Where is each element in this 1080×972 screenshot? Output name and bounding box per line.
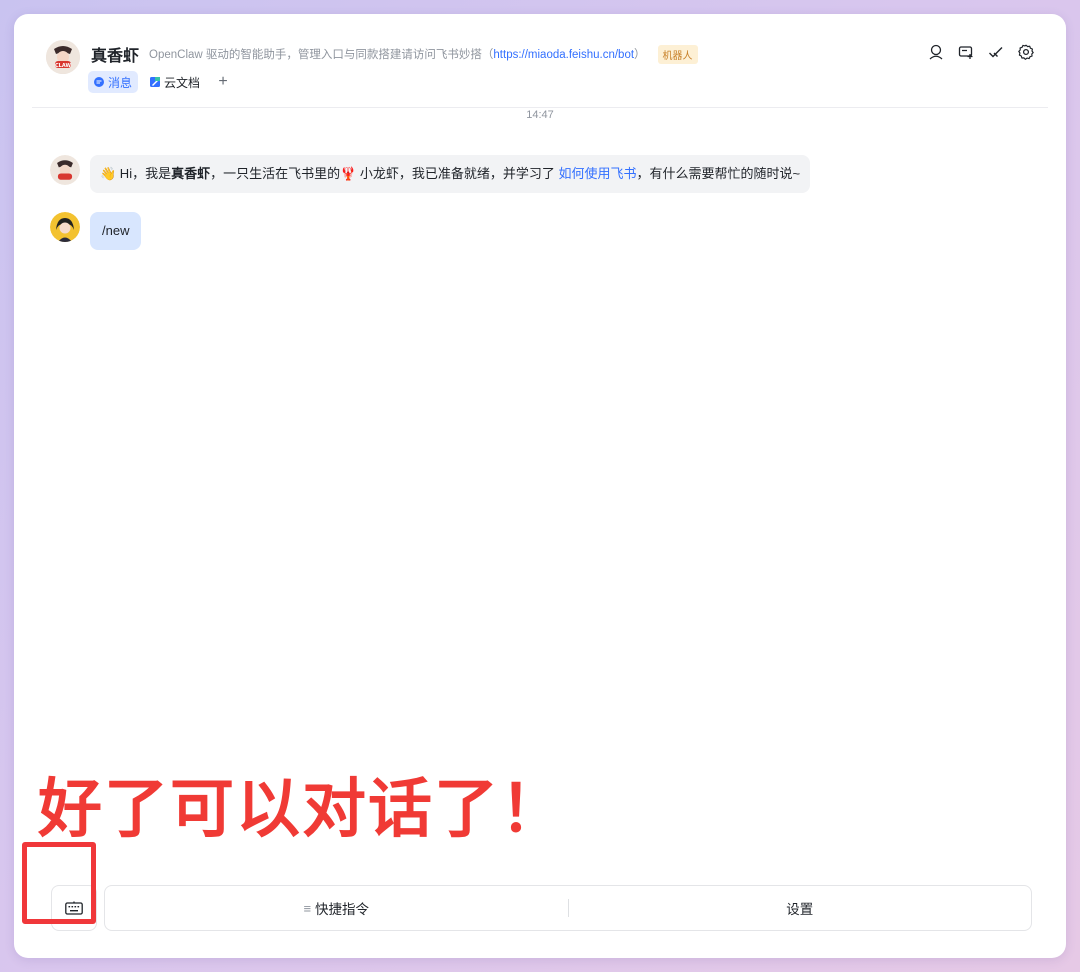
tab-messages-label: 消息 [108, 75, 133, 90]
settings-label: 设置 [786, 902, 814, 917]
bot-avatar[interactable]: CLAW [46, 40, 80, 74]
chat-header: CLAW 真香虾 OpenClaw 驱动的智能助手，管理入口与同款搭建请访问飞书… [32, 38, 1048, 108]
annotation-caption: 好了可以对话了！ [38, 773, 566, 847]
bot-description-prefix: OpenClaw 驱动的智能助手，管理入口与同款搭建请访问飞书妙搭（ [149, 49, 494, 61]
bot-message-text-4: ，有什么需要帮忙的随时说~ [636, 166, 801, 181]
how-to-use-feishu-link[interactable]: 如何使用飞书 [559, 166, 637, 181]
bot-message-text-2: ，一只生活在飞书里的 [210, 166, 341, 181]
tab-cloud-docs[interactable]: 云文档 [144, 71, 206, 93]
bot-message-avatar[interactable] [50, 155, 80, 185]
bot-message-text-3: 小龙虾，我已准备就绪，并学习了 [356, 166, 559, 181]
lobster-emoji: 🦞 [340, 166, 357, 181]
bot-avatar-image: CLAW [46, 40, 80, 74]
doc-icon [150, 77, 161, 87]
tab-messages[interactable]: 消息 [88, 71, 139, 93]
add-tab-button[interactable]: + [212, 71, 234, 93]
check-icon[interactable] [986, 42, 1006, 62]
bot-message-text-1: Hi，我是 [116, 166, 172, 181]
annotation-highlight-box [22, 842, 96, 924]
member-search-icon[interactable] [926, 42, 946, 62]
header-actions [926, 42, 1036, 62]
tab-cloud-docs-label: 云文档 [164, 75, 201, 90]
user-message-bubble: /new [90, 212, 142, 250]
bot-menu-bar: ≡ 快捷指令 设置 [104, 885, 1032, 931]
header-title-row: 真香虾 OpenClaw 驱动的智能助手，管理入口与同款搭建请访问飞书妙搭（ht… [91, 42, 698, 66]
add-group-icon[interactable] [956, 42, 976, 62]
user-message: /new [50, 212, 142, 250]
header-tabs: 消息 云文档 + [88, 70, 234, 94]
bot-message-bubble: 👋 Hi，我是真香虾，一只生活在飞书里的🦞 小龙虾，我已准备就绪，并学习了 如何… [90, 155, 811, 193]
message-icon [94, 77, 104, 87]
bot-description-suffix: ） [634, 49, 646, 61]
settings-gear-icon[interactable] [1016, 42, 1036, 62]
bot-description: OpenClaw 驱动的智能助手，管理入口与同款搭建请访问飞书妙搭（https:… [149, 46, 646, 62]
bot-message-bold-name: 真香虾 [171, 166, 211, 181]
menu-icon: ≡ [303, 900, 312, 916]
bot-description-link[interactable]: https://miaoda.feishu.cn/bot [493, 49, 634, 61]
message-timestamp: 14:47 [526, 109, 554, 121]
wave-emoji: 👋 [100, 166, 117, 181]
quick-commands-button[interactable]: ≡ 快捷指令 [105, 886, 568, 930]
bot-avatar-logo-text: CLAW [55, 63, 72, 69]
user-avatar[interactable] [50, 212, 80, 242]
bot-badge: 机器人 [657, 44, 698, 64]
quick-commands-label: 快捷指令 [315, 902, 370, 917]
bot-message: 👋 Hi，我是真香虾，一只生活在飞书里的🦞 小龙虾，我已准备就绪，并学习了 如何… [50, 155, 811, 193]
bot-name[interactable]: 真香虾 [91, 42, 139, 66]
settings-menu-button[interactable]: 设置 [569, 886, 1032, 930]
